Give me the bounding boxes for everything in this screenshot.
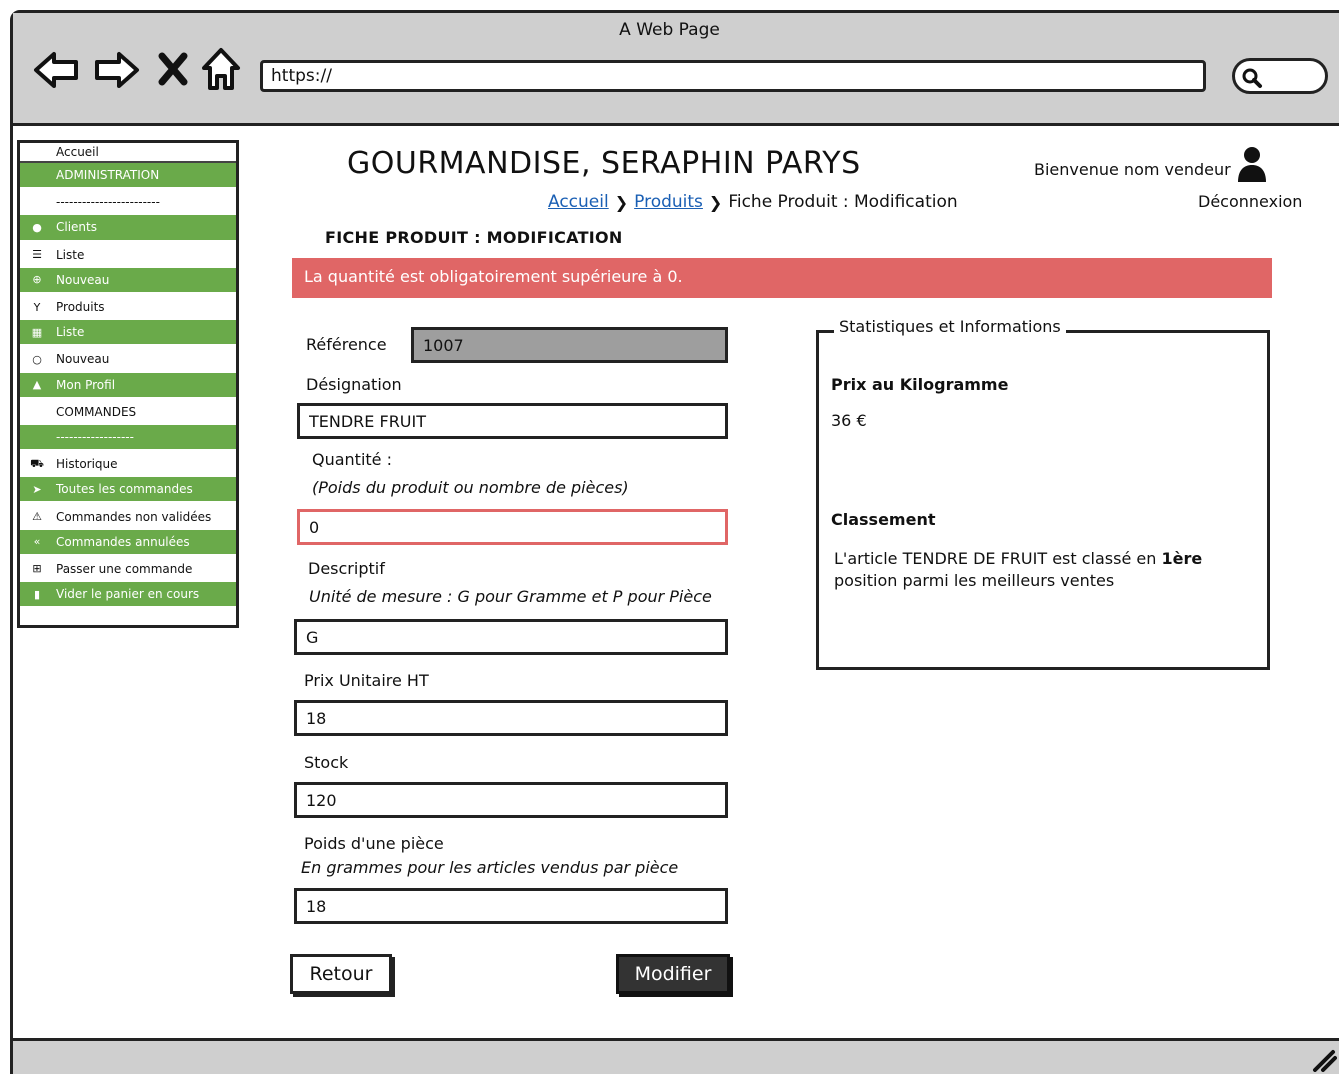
breadcrumb-current: Fiche Produit : Modification bbox=[728, 192, 958, 212]
reference-field[interactable] bbox=[411, 327, 728, 363]
welcome-text: Bienvenue nom vendeur bbox=[1034, 160, 1231, 179]
prix-field[interactable] bbox=[294, 700, 728, 736]
forward-arrow-icon[interactable] bbox=[93, 48, 141, 92]
classement-rank: 1ère bbox=[1161, 549, 1203, 568]
sidebar-item-produits-nouveau[interactable]: ○ Nouveau bbox=[20, 346, 236, 372]
breadcrumb-produits[interactable]: Produits bbox=[634, 192, 703, 212]
sidebar-item-produits[interactable]: Y Produits bbox=[20, 294, 236, 320]
classement-text: L'article TENDRE DE FRUIT est classé en … bbox=[834, 549, 1203, 590]
descriptif-hint: Unité de mesure : G pour Gramme et P pou… bbox=[309, 587, 712, 606]
user-icon: ▲ bbox=[32, 378, 42, 392]
sidebar-item-toutes-commandes[interactable]: ➤ Toutes les commandes bbox=[20, 477, 236, 504]
grid-list-icon: ▦ bbox=[31, 325, 43, 339]
plus-circle-icon: ⊕ bbox=[32, 273, 42, 287]
trash-icon: ▮ bbox=[33, 587, 41, 601]
modifier-button[interactable]: Modifier bbox=[616, 954, 730, 994]
breadcrumb: Accueil ❯ Produits ❯ Fiche Produit : Mod… bbox=[548, 192, 958, 212]
reference-label: Référence bbox=[306, 335, 387, 354]
plus-square-icon: ⊞ bbox=[32, 562, 42, 576]
search-icon bbox=[1242, 68, 1262, 88]
designation-field[interactable] bbox=[297, 403, 728, 439]
url-bar[interactable]: https:// bbox=[260, 60, 1206, 92]
double-chevron-left-icon: « bbox=[33, 535, 41, 549]
stock-label: Stock bbox=[304, 753, 349, 772]
list-icon: ☰ bbox=[32, 248, 42, 262]
poids-field[interactable] bbox=[294, 888, 728, 924]
sidebar-item-vider-panier[interactable]: ▮ Vider le panier en cours bbox=[20, 582, 236, 609]
sidebar-item-clients[interactable]: ● Clients bbox=[20, 215, 236, 242]
sidebar-menu: Accueil ADMINISTRATION -----------------… bbox=[17, 140, 239, 628]
sidebar-item-clients-nouveau[interactable]: ⊕ Nouveau bbox=[20, 267, 236, 294]
home-icon[interactable] bbox=[200, 46, 242, 92]
sidebar-item-passer-commande[interactable]: ⊞ Passer une commande bbox=[20, 556, 236, 582]
quantite-hint: (Poids du produit ou nombre de pièces) bbox=[312, 478, 629, 497]
back-arrow-icon[interactable] bbox=[32, 48, 80, 92]
brand-title: GOURMANDISE, SERAPHIN PARYS bbox=[347, 146, 861, 181]
sidebar-item-historique[interactable]: ⛟ Historique bbox=[20, 451, 236, 477]
poids-hint: En grammes pour les articles vendus par … bbox=[301, 858, 679, 877]
circle-icon: ○ bbox=[32, 352, 42, 366]
stock-field[interactable] bbox=[294, 782, 728, 818]
clients-icon: ● bbox=[32, 220, 42, 234]
sidebar-section-administration: ADMINISTRATION bbox=[20, 163, 236, 190]
glass-icon: Y bbox=[33, 300, 41, 314]
status-bar bbox=[13, 1038, 1339, 1074]
chevron-right-icon: ❯ bbox=[708, 192, 723, 212]
sidebar-item-commandes-non-validees[interactable]: ⚠ Commandes non validées bbox=[20, 503, 236, 529]
user-avatar-icon bbox=[1238, 147, 1266, 182]
quantite-label: Quantité : bbox=[312, 450, 392, 469]
poids-label: Poids d'une pièce bbox=[304, 834, 444, 853]
resize-grip-icon[interactable] bbox=[1309, 1048, 1337, 1072]
stop-icon[interactable] bbox=[158, 52, 188, 86]
prix-label: Prix Unitaire HT bbox=[304, 671, 429, 690]
stats-panel-title: Statistiques et Informations bbox=[834, 317, 1066, 336]
logout-link[interactable]: Déconnexion bbox=[1198, 192, 1302, 211]
sidebar-item-produits-liste[interactable]: ▦ Liste bbox=[20, 320, 236, 347]
classement-label: Classement bbox=[831, 510, 936, 529]
prix-kg-value: 36 € bbox=[831, 411, 867, 430]
window-title: A Web Page bbox=[619, 20, 720, 40]
prix-kg-label: Prix au Kilogramme bbox=[831, 375, 1009, 394]
chevron-right-icon: ❯ bbox=[614, 192, 629, 212]
sidebar-item-clients-liste[interactable]: ☰ Liste bbox=[20, 242, 236, 268]
page-title: FICHE PRODUIT : MODIFICATION bbox=[325, 228, 623, 247]
browser-search-box[interactable] bbox=[1232, 58, 1328, 94]
descriptif-field[interactable] bbox=[294, 619, 728, 655]
sidebar-item-accueil[interactable]: Accueil bbox=[20, 143, 236, 163]
retour-button[interactable]: Retour bbox=[290, 954, 392, 994]
warning-icon: ⚠ bbox=[32, 510, 42, 524]
sidebar-divider: ------------------------ bbox=[56, 195, 160, 210]
error-alert: La quantité est obligatoirement supérieu… bbox=[292, 258, 1272, 298]
sidebar-item-commandes-annulees[interactable]: « Commandes annulées bbox=[20, 529, 236, 556]
breadcrumb-accueil[interactable]: Accueil bbox=[548, 192, 609, 212]
quantite-field[interactable] bbox=[297, 509, 728, 545]
designation-label: Désignation bbox=[306, 375, 402, 394]
send-icon: ➤ bbox=[32, 482, 42, 496]
sidebar-divider: ------------------ bbox=[20, 424, 236, 452]
descriptif-label: Descriptif bbox=[308, 559, 385, 578]
sidebar-item-mon-profil[interactable]: ▲ Mon Profil bbox=[20, 372, 236, 399]
cart-icon: ⛟ bbox=[30, 456, 44, 470]
sidebar-section-commandes: COMMANDES bbox=[56, 404, 137, 419]
